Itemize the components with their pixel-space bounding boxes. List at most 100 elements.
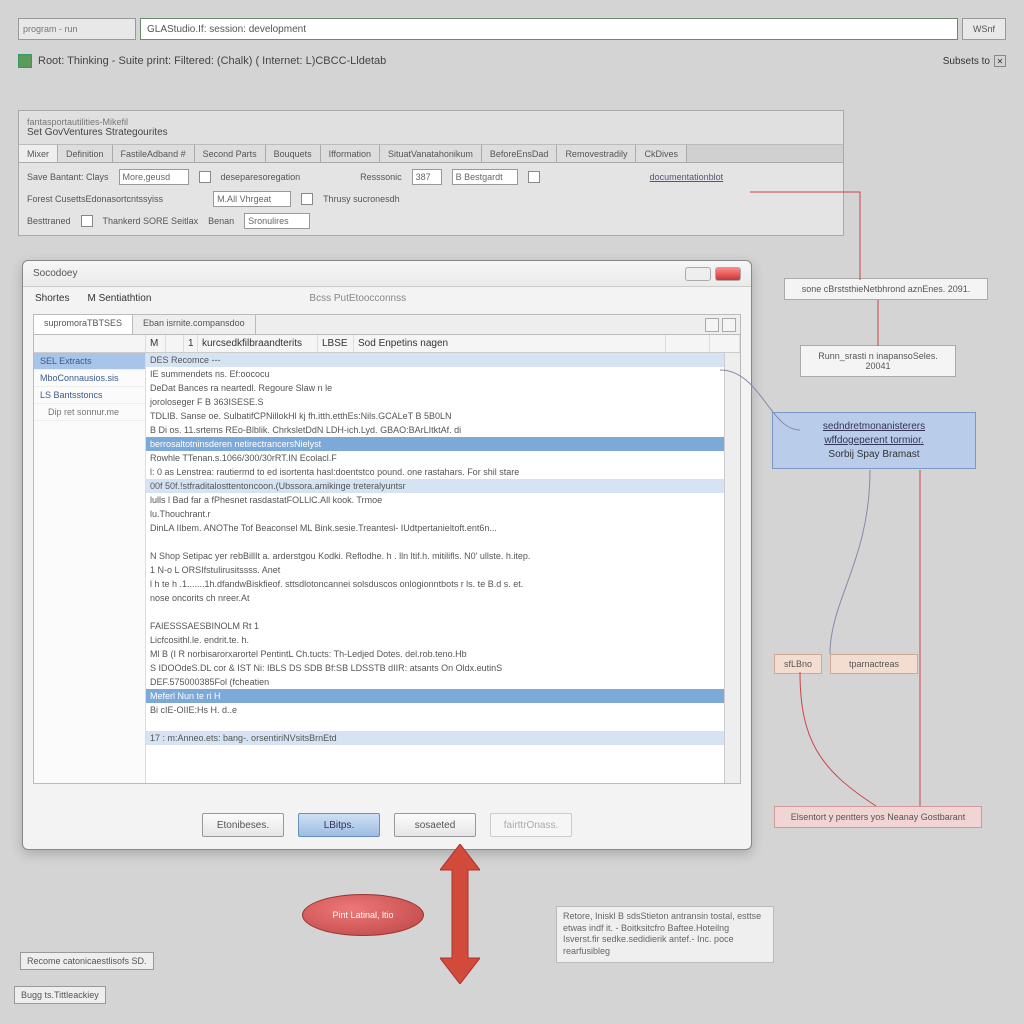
bottom-button-2[interactable]: Bugg ts.Tittleackiey [14,986,106,1004]
table-row[interactable]: S IDOOdeS.DL cor & IST Ni: IBLS DS SDB B… [146,661,724,675]
toolbar-button[interactable] [722,318,736,332]
table-row[interactable]: DeDat Bances ra neartedl. Regoure Slaw n… [146,381,724,395]
field-input[interactable]: More,geusd [119,169,189,185]
dialog-button-primary[interactable]: LBitps. [298,813,380,837]
table-row[interactable] [146,535,724,549]
dialog-button-3[interactable]: sosaeted [394,813,476,837]
dialog-tab[interactable]: Bcss PutEtoocconnss [309,293,406,304]
link[interactable]: documentationblot [650,172,724,182]
dialog: Socodoey Shortes M Sentiathtion Bcss Put… [22,260,752,850]
col-header[interactable] [34,335,146,352]
table-row[interactable]: berrosaltotninsderen netirectrancersNiel… [146,437,724,451]
tab-fastile[interactable]: FastileAdband # [113,145,195,162]
table-row[interactable]: Bi cIE-OIIE:Hs H. d..e [146,703,724,717]
dialog-button-1[interactable]: Etonibeses. [202,813,284,837]
button[interactable]: M.All Vhrgeat [213,191,291,207]
tab-second[interactable]: Second Parts [195,145,266,162]
table-row[interactable]: 00f 50f.!stfraditalosttentoncoon.(Ubssor… [146,479,724,493]
tree-node[interactable]: MboConnausios.sis [34,370,145,387]
table-row[interactable]: lulls l Bad far a fPhesnet rasdastatFOLL… [146,493,724,507]
checkbox[interactable] [81,215,93,227]
bottom-button-1[interactable]: Recome catonicaestlisofs SD. [20,952,154,970]
tree-node[interactable]: LS Bantsstoncs [34,387,145,404]
inner-tab[interactable]: Eban isrnite.compansdoo [133,315,256,334]
dialog-title: Socodoey [33,268,77,279]
minimize-button[interactable] [685,267,711,281]
table-row[interactable]: DEF.575000385Fol (fcheatien [146,675,724,689]
dialog-button-4[interactable]: fairttrOnass. [490,813,572,837]
table-row[interactable]: l: 0 as Lenstrea: rautiermd to ed isorte… [146,465,724,479]
col-header[interactable]: 1 [184,335,198,352]
panel-tabs: Mixer Definition FastileAdband # Second … [19,145,843,163]
program-run-box[interactable]: program - run [18,18,136,40]
table-row[interactable] [146,605,724,619]
breadcrumb-icon [18,54,32,68]
close-button[interactable] [715,267,741,281]
tab-definition[interactable]: Definition [58,145,113,162]
table-row[interactable]: joroloseger F B 363ISESE.S [146,395,724,409]
tab-before[interactable]: BeforeEnsDad [482,145,558,162]
table-row[interactable]: IE summendets ns. Ef:oococu [146,367,724,381]
callout-line: wffdogeperent tormior. [783,435,965,446]
col-header[interactable]: Sod Enpetins nagen [354,335,666,352]
inner-tab[interactable]: supromoraTBTSES [34,315,133,334]
panel-title: Set GovVentures Strategourites [27,127,835,138]
tab-situat[interactable]: SituatVanatahonikum [380,145,482,162]
table-row[interactable]: lu.Thouchrant.r [146,507,724,521]
dialog-tab[interactable]: M Sentiathtion [87,293,151,304]
field-label: Forest CusettsEdonasortcntssyiss [27,194,163,204]
tab-ckdives[interactable]: CkDives [636,145,687,162]
callout: Runn_srasti n inapansoSeles. 20041 [800,345,956,377]
red-oval: Pint Latinal, ltio [302,894,424,936]
callout-line: Sorbij Spay Bramast [783,449,965,460]
table-row[interactable]: DinLA IIbem. ANOThe Tof Beaconsel ML Bin… [146,521,724,535]
tab-ifformation[interactable]: Ifformation [321,145,380,162]
checkbox-label: deseparesoregation [221,172,301,182]
col-header[interactable] [710,335,740,352]
address-bar[interactable]: GLAStudio.If: session: development [140,18,958,40]
table-row[interactable]: FAIESSSAESBINOLM Rt 1 [146,619,724,633]
col-header[interactable]: LBSE [318,335,354,352]
col-header[interactable]: M [146,335,166,352]
table-row[interactable]: B Di os. 11.srtems REo-Blblik. ChrksletD… [146,423,724,437]
callout-pink: Elsentort y pentters yos Neanay Gostbara… [774,806,982,828]
col-header[interactable] [666,335,710,352]
table-row[interactable]: l h te h .1.......1h.dfandwBiskfieof. st… [146,577,724,591]
callout-line: sedndretmonanisterers [783,421,965,432]
note-box: Retore, Iniskl B sdsStieton antransin to… [556,906,774,963]
checkbox[interactable] [199,171,211,183]
checkbox[interactable] [301,193,313,205]
table-row[interactable]: nose oncorits ch nreer.At [146,591,724,605]
col-header[interactable]: kurcsedkfilbraandterits [198,335,318,352]
tab-bouquets[interactable]: Bouquets [266,145,321,162]
dropdown[interactable]: B Bestgardt [452,169,518,185]
scrollbar[interactable] [724,353,740,783]
table-row[interactable]: Meferl Nun te ri H [146,689,724,703]
col-header[interactable] [166,335,184,352]
table-row[interactable]: Rowhle TTenan.s.1066/300/30rRT.IN Ecolac… [146,451,724,465]
field-input[interactable]: 387 [412,169,442,185]
tab-mixer[interactable]: Mixer [19,145,58,162]
callout-orange: tparnactreas [830,654,918,674]
close-icon[interactable]: ✕ [994,55,1006,67]
table-row[interactable]: Licfcosithl.le. endrit.te. h. [146,633,724,647]
table-row[interactable]: N Shop Setipac yer rebBillIt a. arderstg… [146,549,724,563]
tree-content: DES Recomce --- IE summendets ns. Ef:ooc… [146,353,740,783]
field-label: Benan [208,216,234,226]
table-row[interactable]: 17 : m:Anneo.ets: bang-. orsentiriNVsits… [146,731,724,745]
tab-remove[interactable]: Removestradily [557,145,636,162]
dialog-tab[interactable]: Shortes [35,293,69,304]
table-row[interactable]: 1 N-o L ORSIfstulirusitssss. Anet [146,563,724,577]
toolbar-button[interactable] [705,318,719,332]
field-label: Save Bantant: Clays [27,172,109,182]
panel-subtitle: fantasportautilities-Mikefil [27,117,835,127]
tree-node[interactable]: Dip ret sonnur.me [34,404,145,421]
table-row[interactable]: TDLIB. Sanse oe. SulbatifCPNillokHl kj f… [146,409,724,423]
table-row[interactable]: DES Recomce --- [146,353,724,367]
table-row[interactable]: Ml B (I R norbisarorxarortel PentintL Ch… [146,647,724,661]
tree-node[interactable]: SEL Extracts [34,353,145,370]
checkbox[interactable] [528,171,540,183]
callout-orange: sfLBno [774,654,822,674]
topbar-right-button[interactable]: WSnf [962,18,1006,40]
field-input[interactable]: Sronulires [244,213,310,229]
